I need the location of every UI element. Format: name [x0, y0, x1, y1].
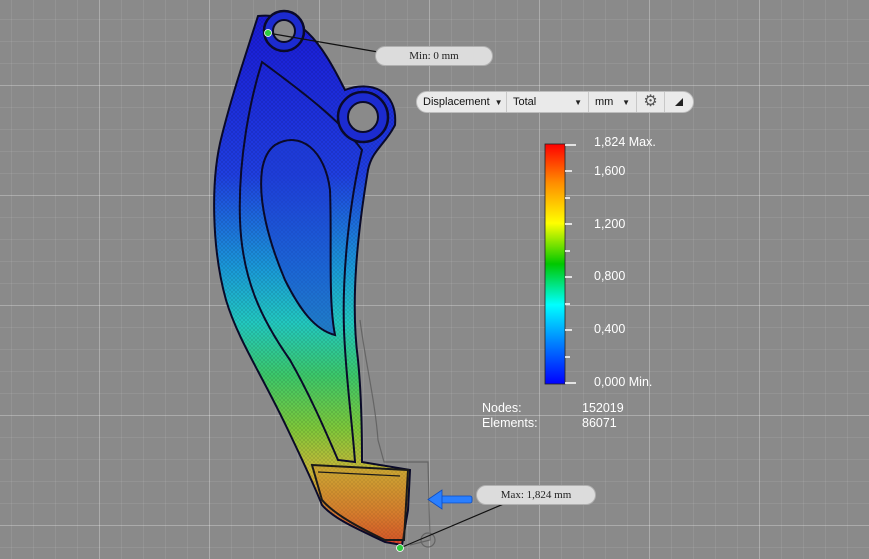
legend-tick-label: 0,400 [594, 322, 626, 336]
chevron-down-icon: ▼ [574, 97, 582, 107]
chevron-down-icon: ▼ [494, 97, 503, 107]
max-callout: Max: 1,824 mm [476, 485, 596, 505]
unit-dropdown[interactable]: mm ▼ [589, 92, 637, 112]
max-probe-marker [396, 544, 404, 552]
chevron-down-icon: ▼ [622, 97, 630, 107]
max-callout-text: Max: 1,824 mm [500, 489, 572, 501]
legend-tick-label: 0,800 [594, 269, 626, 283]
result-toolbar: Displacement ▼ Total ▼ mm ▼ ⚙ [416, 91, 694, 113]
component-value: Total [513, 96, 537, 108]
unit-value: mm [595, 96, 614, 108]
min-callout: Min: 0 mm [375, 46, 493, 66]
gear-icon: ⚙ [643, 93, 658, 110]
legend-tick-label: 1,600 [594, 164, 626, 178]
legend-ticks [565, 144, 576, 384]
result-type-value: Displacement [423, 96, 490, 108]
model-viewport[interactable] [0, 0, 869, 559]
fea-part[interactable] [213, 9, 412, 547]
elements-label: Elements: [482, 416, 538, 430]
top-hole [272, 19, 296, 43]
nodes-value: 152019 [582, 401, 624, 415]
second-hole [347, 101, 379, 133]
legend-color-bar [544, 143, 566, 385]
collapse-toolbar-button[interactable] [665, 92, 693, 112]
component-dropdown[interactable]: Total ▼ [507, 92, 589, 112]
triangle-icon [675, 98, 683, 106]
legend-min-label: 0,000 Min. [594, 375, 653, 389]
result-type-dropdown[interactable]: Displacement ▼ [417, 92, 507, 112]
elements-value: 86071 [582, 416, 617, 430]
min-probe-marker [264, 29, 272, 37]
legend-tick-label: 1,200 [594, 217, 626, 231]
min-callout-text: Min: 0 mm [409, 50, 459, 62]
nodes-label: Nodes: [482, 401, 522, 415]
legend-max-label: 1,824 Max. [594, 135, 656, 149]
load-arrow-icon[interactable] [427, 489, 473, 510]
settings-button[interactable]: ⚙ [637, 92, 665, 112]
